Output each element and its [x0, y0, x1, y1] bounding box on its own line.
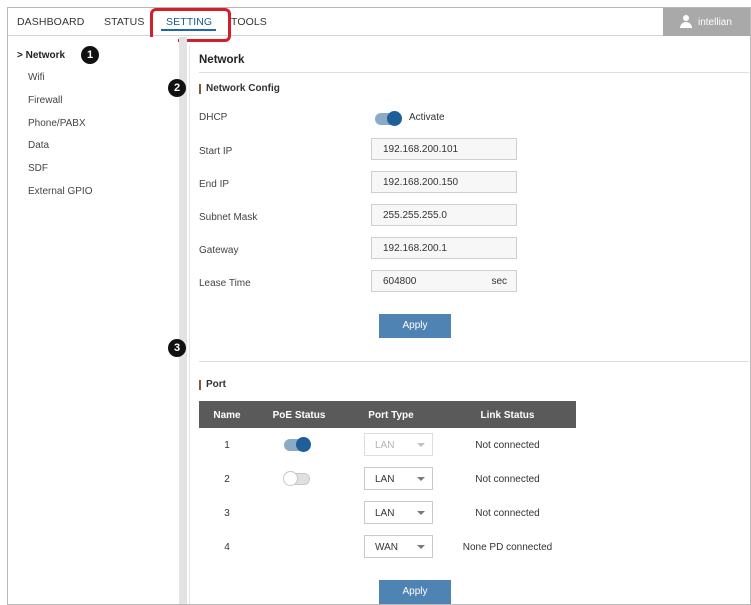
table-row: 3 LAN Not connected — [199, 496, 576, 530]
port-type-select[interactable]: WAN — [364, 535, 433, 558]
title-divider — [199, 72, 749, 73]
app-window: DASHBOARD STATUS SETTING TOOLS intellian… — [7, 7, 751, 605]
user-menu[interactable]: intellian — [663, 8, 750, 36]
gateway-label: Gateway — [199, 245, 239, 256]
marker-2: 2 — [168, 79, 186, 97]
section-title-port: Port — [199, 379, 226, 390]
dhcp-toggle[interactable] — [375, 111, 402, 126]
sidebar-item-external-gpio[interactable]: External GPIO — [28, 186, 92, 197]
top-nav: DASHBOARD STATUS SETTING TOOLS intellian — [8, 8, 750, 36]
port-table: Name PoE Status Port Type Link Status 1 … — [199, 401, 576, 564]
tab-status[interactable]: STATUS — [104, 16, 144, 28]
lease-time-label: Lease Time — [199, 278, 251, 289]
end-ip-field[interactable]: 192.168.200.150 — [371, 171, 517, 193]
gateway-field[interactable]: 192.168.200.1 — [371, 237, 517, 259]
port-name: 3 — [224, 508, 230, 519]
tab-dashboard[interactable]: DASHBOARD — [17, 16, 84, 28]
port-type-value: LAN — [375, 440, 395, 451]
table-row: 2 LAN Not connected — [199, 462, 576, 496]
port-type-select: LAN — [364, 433, 433, 456]
apply-network-config-button[interactable]: Apply — [379, 314, 451, 338]
port-type-value: LAN — [375, 508, 395, 519]
chevron-down-icon — [417, 443, 425, 447]
sidebar-item-phone-pabx[interactable]: Phone/PABX — [28, 118, 86, 129]
tab-tools[interactable]: TOOLS — [231, 16, 267, 28]
subnet-mask-field[interactable]: 255.255.255.0 — [371, 204, 517, 226]
table-row: 4 WAN None PD connected — [199, 530, 576, 564]
chevron-down-icon — [417, 477, 425, 481]
dhcp-label: DHCP — [199, 112, 228, 123]
col-name: Name — [213, 410, 241, 421]
sidebar: > Network Wifi Firewall Phone/PABX Data … — [8, 37, 178, 604]
sidebar-item-firewall[interactable]: Firewall — [28, 95, 62, 106]
page-title: Network — [199, 54, 245, 66]
dhcp-toggle-label: Activate — [409, 112, 445, 123]
section-divider — [199, 361, 749, 362]
port-type-value: WAN — [375, 542, 398, 553]
port-type-select[interactable]: LAN — [364, 467, 433, 490]
main-content: Network Network Config DHCP Activate Sta… — [189, 45, 750, 604]
sidebar-item-wifi[interactable]: Wifi — [28, 72, 45, 83]
link-status: Not connected — [475, 508, 540, 519]
col-port-type: Port Type — [368, 410, 414, 421]
link-status: Not connected — [475, 440, 540, 451]
port-name: 1 — [224, 440, 230, 451]
col-poe-status: PoE Status — [272, 410, 326, 421]
subnet-mask-label: Subnet Mask — [199, 212, 258, 223]
sidebar-item-sdf[interactable]: SDF — [28, 163, 48, 174]
lease-time-field[interactable]: 604800 sec — [371, 270, 517, 292]
start-ip-field[interactable]: 192.168.200.101 — [371, 138, 517, 160]
chevron-down-icon — [417, 511, 425, 515]
marker-3: 3 — [168, 339, 186, 357]
port-name: 4 — [224, 542, 230, 553]
section-title-network-config: Network Config — [199, 83, 280, 94]
poe-toggle[interactable] — [283, 471, 310, 486]
table-row: 1 LAN Not connected — [199, 428, 576, 462]
apply-port-button[interactable]: Apply — [379, 580, 451, 604]
sidebar-item-network[interactable]: > Network — [17, 50, 65, 61]
link-status: None PD connected — [462, 542, 553, 553]
end-ip-label: End IP — [199, 179, 230, 190]
chevron-down-icon — [417, 545, 425, 549]
sidebar-scrollbar[interactable] — [179, 37, 187, 604]
port-type-select[interactable]: LAN — [364, 501, 433, 524]
start-ip-label: Start IP — [199, 146, 233, 157]
lease-time-value: 604800 — [383, 276, 417, 287]
port-name: 2 — [224, 474, 230, 485]
user-icon — [679, 15, 693, 28]
link-status: Not connected — [475, 474, 540, 485]
lease-time-unit: sec — [491, 276, 507, 287]
sidebar-item-data[interactable]: Data — [28, 140, 49, 151]
user-name: intellian — [698, 17, 732, 28]
marker-1: 1 — [81, 46, 99, 64]
port-type-value: LAN — [375, 474, 395, 485]
poe-toggle[interactable] — [284, 437, 311, 452]
port-table-header: Name PoE Status Port Type Link Status — [199, 401, 576, 428]
col-link-status: Link Status — [480, 410, 535, 421]
